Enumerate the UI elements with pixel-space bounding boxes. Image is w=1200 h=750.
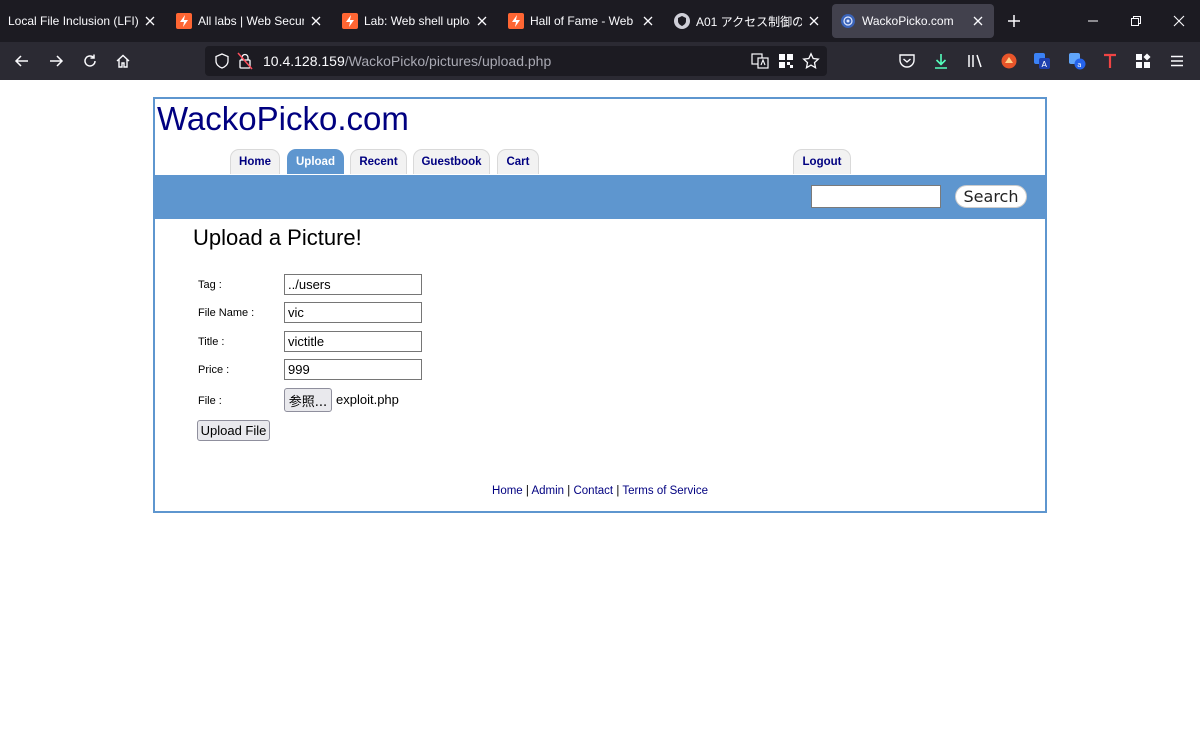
nav-tab-home[interactable]: Home <box>230 149 280 174</box>
extension-fox-icon[interactable] <box>1000 52 1018 70</box>
reload-button[interactable] <box>76 47 104 75</box>
browse-file-button[interactable]: 参照... <box>284 388 332 412</box>
site-container: WackoPicko.com Home Upload Recent Guestb… <box>153 97 1047 513</box>
search-band: Search <box>155 175 1045 219</box>
price-label: Price : <box>198 364 230 376</box>
nav-tab-logout[interactable]: Logout <box>793 149 851 174</box>
search-button[interactable]: Search <box>955 185 1027 208</box>
tag-label: Tag : <box>198 279 222 291</box>
browser-tab-lfi[interactable]: Local File Inclusion (LFI) — <box>8 0 158 42</box>
close-icon[interactable] <box>640 13 656 29</box>
forward-button[interactable] <box>42 47 70 75</box>
footer-link-contact[interactable]: Contact <box>573 485 613 497</box>
back-button[interactable] <box>8 47 36 75</box>
nav-tab-cart[interactable]: Cart <box>497 149 539 174</box>
browser-toolbar: 10.4.128.159/WackoPicko/pictures/upload.… <box>0 42 1200 80</box>
tab-title: Lab: Web shell upload <box>364 14 470 28</box>
browser-tab-a01[interactable]: A01 アクセス制御の不備 <box>674 0 822 42</box>
upload-file-button[interactable]: Upload File <box>197 420 270 441</box>
minimize-icon <box>1088 20 1098 22</box>
close-icon[interactable] <box>806 13 822 29</box>
library-icon[interactable] <box>966 52 984 70</box>
site-logo-title[interactable]: WackoPicko.com <box>157 100 409 138</box>
url-text[interactable]: 10.4.128.159/WackoPicko/pictures/upload.… <box>263 53 551 69</box>
footer-link-terms[interactable]: Terms of Service <box>622 485 708 497</box>
nav-tab-guestbook[interactable]: Guestbook <box>413 149 490 174</box>
close-icon <box>1173 15 1185 27</box>
selected-file-name: exploit.php <box>336 392 399 407</box>
price-input[interactable]: 999 <box>284 359 422 380</box>
nav-tab-upload[interactable]: Upload <box>287 149 344 174</box>
footer-link-admin[interactable]: Admin <box>531 485 564 497</box>
tag-input[interactable]: ../users <box>284 274 422 295</box>
address-bar[interactable]: 10.4.128.159/WackoPicko/pictures/upload.… <box>205 46 827 76</box>
extensions-icon[interactable] <box>1134 52 1152 70</box>
footer-separator: | <box>525 485 529 497</box>
title-input[interactable]: victitle <box>284 331 422 352</box>
translate-extension-icon[interactable]: A <box>1033 52 1051 70</box>
new-tab-button[interactable] <box>996 0 1032 42</box>
file-label: File : <box>198 395 222 407</box>
browser-tab-wackopicko[interactable]: WackoPicko.com <box>832 4 994 38</box>
url-host: 10.4.128.159 <box>263 53 345 69</box>
tab-title: All labs | Web Security <box>198 14 304 28</box>
tab-title: Local File Inclusion (LFI) — <box>8 14 138 28</box>
shield-icon <box>674 13 690 29</box>
globe-icon <box>840 13 856 29</box>
svg-text:A: A <box>1042 60 1048 69</box>
t-extension-icon[interactable] <box>1101 52 1119 70</box>
translate-extension-2-icon[interactable]: a <box>1068 52 1086 70</box>
portswigger-icon <box>176 13 192 29</box>
footer: Home | Admin | Contact | Terms of Servic… <box>155 485 1045 497</box>
filename-label: File Name : <box>198 307 255 319</box>
tab-title: WackoPicko.com <box>862 14 954 28</box>
browser-tab-all-labs[interactable]: All labs | Web Security <box>176 0 324 42</box>
download-icon[interactable] <box>932 52 950 70</box>
url-path: /WackoPicko/pictures/upload.php <box>344 53 552 69</box>
portswigger-icon <box>342 13 358 29</box>
search-input[interactable] <box>811 185 941 208</box>
nav-tab-recent[interactable]: Recent <box>350 149 407 174</box>
footer-separator: | <box>616 485 620 497</box>
page-viewport: WackoPicko.com Home Upload Recent Guestb… <box>0 80 1200 750</box>
close-icon[interactable] <box>308 13 324 29</box>
tab-title: Hall of Fame - Web Se <box>530 14 636 28</box>
svg-text:a: a <box>1077 61 1081 69</box>
close-window-button[interactable] <box>1157 0 1200 42</box>
portswigger-icon <box>508 13 524 29</box>
qr-code-icon[interactable] <box>777 52 795 75</box>
arrow-left-icon <box>14 55 28 67</box>
arrow-right-icon <box>50 55 64 67</box>
close-icon[interactable] <box>142 13 158 29</box>
home-button[interactable] <box>109 47 137 75</box>
close-icon[interactable] <box>970 13 986 29</box>
title-label: Title : <box>198 336 225 348</box>
tab-title: A01 アクセス制御の不備 <box>696 14 802 29</box>
home-icon <box>116 54 130 68</box>
restore-icon <box>1131 16 1141 26</box>
reload-icon <box>84 54 96 67</box>
filename-input[interactable]: vic <box>284 302 422 323</box>
browser-tab-web-shell-lab[interactable]: Lab: Web shell upload <box>342 0 490 42</box>
browser-tab-bar: Local File Inclusion (LFI) — All labs | … <box>0 0 1200 42</box>
restore-button[interactable] <box>1114 0 1158 42</box>
pocket-icon[interactable] <box>898 52 916 70</box>
shield-icon[interactable] <box>213 52 231 75</box>
footer-separator: | <box>567 485 571 497</box>
footer-link-home[interactable]: Home <box>492 485 523 497</box>
close-icon[interactable] <box>474 13 490 29</box>
minimize-button[interactable] <box>1071 0 1115 42</box>
plus-icon <box>1008 15 1020 27</box>
page-title: Upload a Picture! <box>193 225 362 250</box>
browser-tab-hall-of-fame[interactable]: Hall of Fame - Web Se <box>508 0 656 42</box>
menu-icon[interactable] <box>1168 52 1186 70</box>
insecure-lock-icon[interactable] <box>237 52 253 75</box>
translate-icon[interactable] <box>751 52 769 75</box>
bookmark-star-icon[interactable] <box>802 52 820 75</box>
